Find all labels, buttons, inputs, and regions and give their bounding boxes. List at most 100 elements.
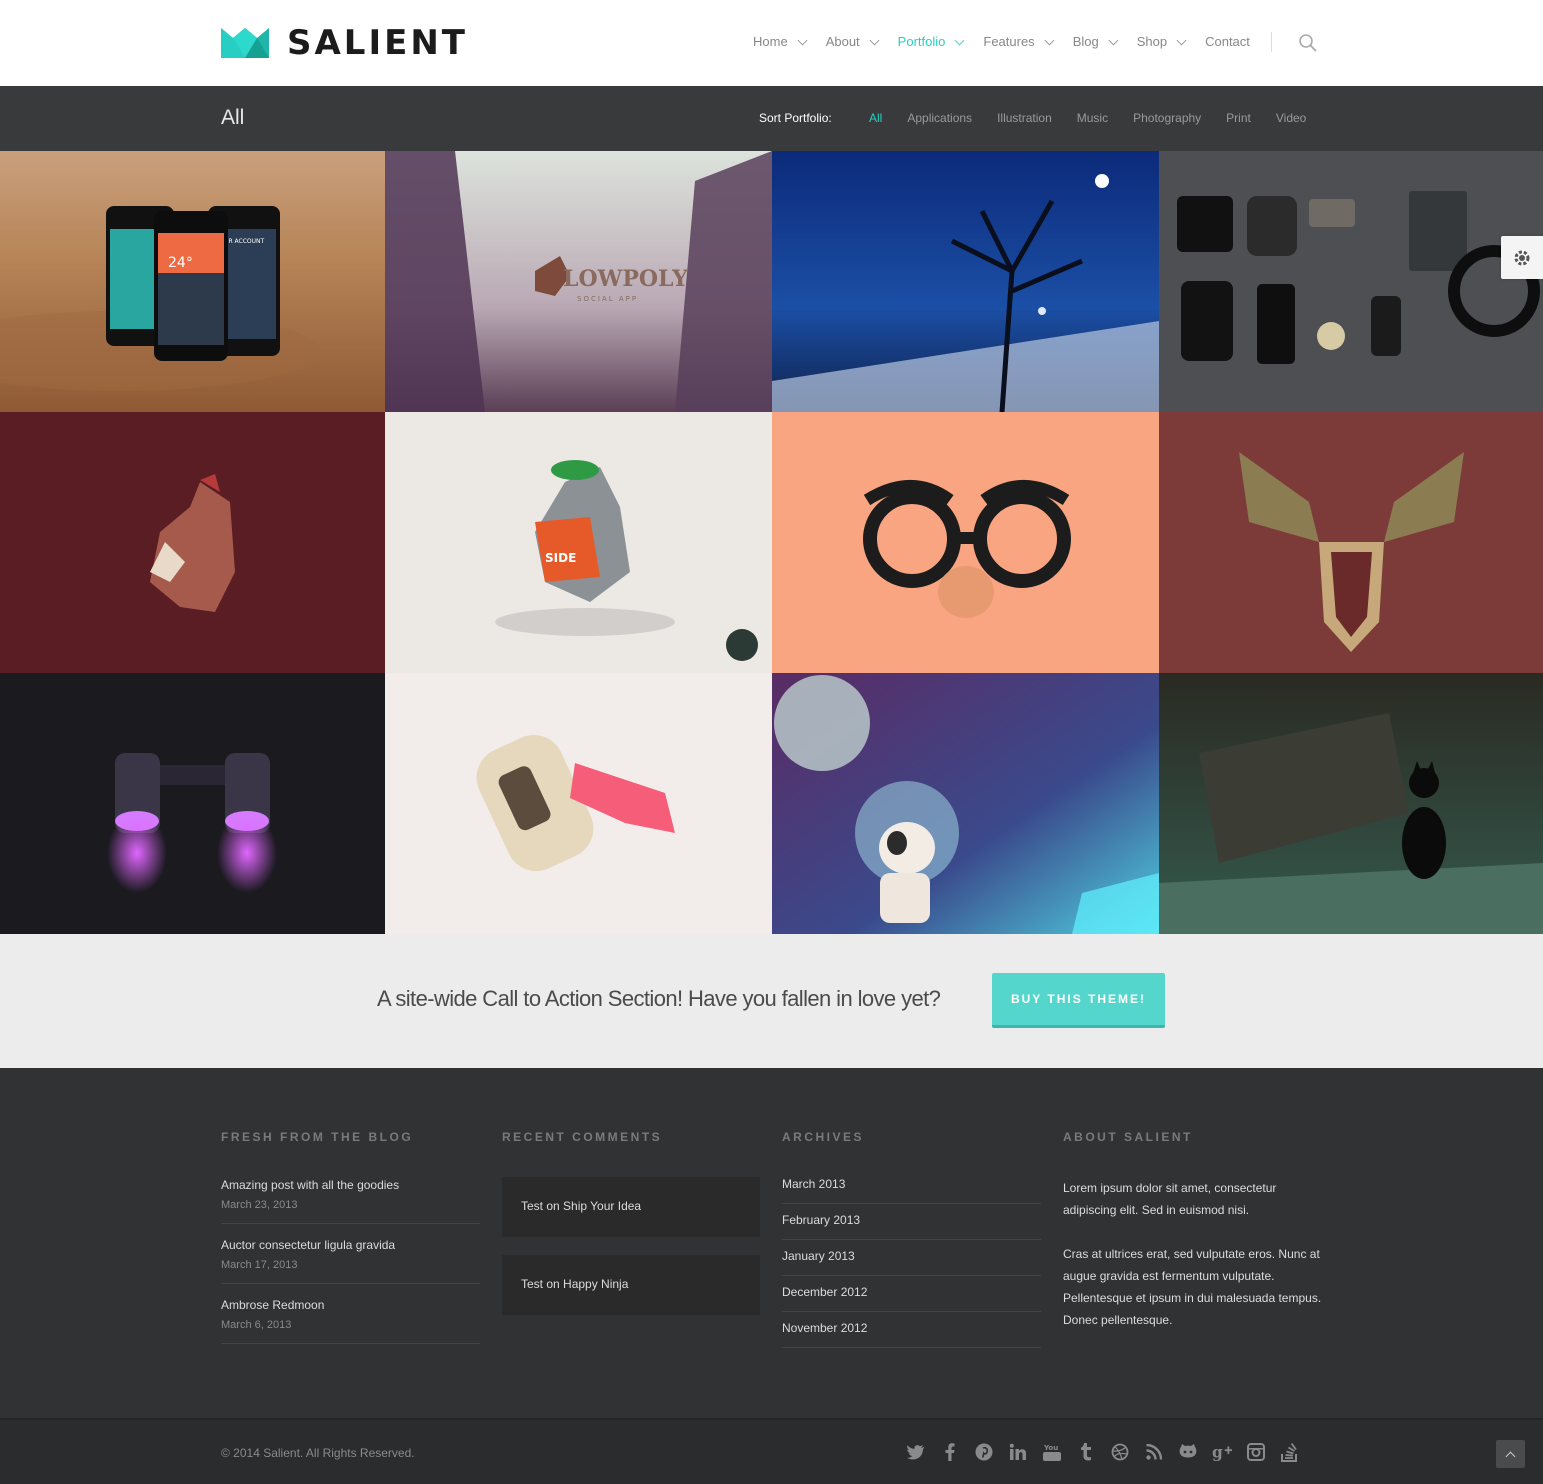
- portfolio-item-moose[interactable]: [1159, 412, 1543, 673]
- nav-about[interactable]: About: [825, 34, 880, 49]
- pigeon-text: SIDE: [545, 551, 576, 565]
- nav-home[interactable]: Home: [753, 34, 808, 49]
- recent-comment[interactable]: Test on Ship Your Idea: [502, 1177, 760, 1237]
- archive-link[interactable]: March 2013: [782, 1177, 1041, 1204]
- youtube-icon[interactable]: You: [1042, 1442, 1062, 1462]
- blog-post-date: March 6, 2013: [221, 1319, 292, 1331]
- archives-widget: ARCHIVES March 2013 February 2013 Januar…: [782, 1130, 1041, 1348]
- archive-link[interactable]: December 2012: [782, 1276, 1041, 1312]
- portfolio-item-pigeon[interactable]: SIDE: [385, 412, 772, 673]
- glasses-illustration: [772, 412, 1159, 673]
- logo-text: SALIENT: [287, 23, 468, 63]
- gear-icon[interactable]: [1501, 236, 1543, 279]
- back-to-top-button[interactable]: [1496, 1440, 1525, 1468]
- pirate-illustration: [0, 412, 385, 673]
- buy-theme-button[interactable]: BUY THIS THEME!: [992, 973, 1165, 1028]
- stackexchange-icon[interactable]: [1280, 1442, 1300, 1462]
- portfolio-title: All: [221, 106, 245, 129]
- instagram-icon[interactable]: [1246, 1442, 1266, 1462]
- blog-post-link[interactable]: Auctor consectetur ligula gravida: [221, 1237, 480, 1253]
- portfolio-item-glasses[interactable]: [772, 412, 1159, 673]
- lowpoly-sub-text: SOCIAL APP: [577, 295, 638, 303]
- nav-portfolio[interactable]: Portfolio: [897, 34, 965, 49]
- portfolio-grid: YOUR ACCOUNT 24° LOWPOLY SOCIAL APP SIDE: [0, 151, 1543, 934]
- widget-title: RECENT COMMENTS: [502, 1130, 663, 1144]
- portfolio-filter-bar: All Sort Portfolio: All Applications Ill…: [0, 86, 1543, 151]
- rss-icon[interactable]: [1144, 1442, 1164, 1462]
- chevron-down-icon: [1108, 35, 1119, 45]
- chevron-down-icon: [869, 35, 880, 45]
- facebook-icon[interactable]: [940, 1442, 960, 1462]
- portfolio-item-tree[interactable]: [772, 151, 1159, 412]
- nav-label: Blog: [1072, 34, 1099, 49]
- space-dog-illustration: [772, 673, 1159, 934]
- nav-divider: [1271, 32, 1272, 52]
- filter-applications[interactable]: Applications: [907, 111, 972, 125]
- portfolio-item-device[interactable]: [385, 673, 772, 934]
- chevron-down-icon: [1044, 35, 1055, 45]
- about-text: Cras at ultrices erat, sed vulputate ero…: [1063, 1247, 1322, 1327]
- search-icon[interactable]: [1298, 33, 1318, 53]
- dribbble-icon[interactable]: [1110, 1442, 1130, 1462]
- nav-blog[interactable]: Blog: [1072, 34, 1119, 49]
- widget-title: ARCHIVES: [782, 1130, 865, 1144]
- portfolio-item-lowpoly[interactable]: LOWPOLY SOCIAL APP: [385, 151, 772, 412]
- pigeon-illustration: SIDE: [385, 412, 772, 673]
- portfolio-item-cat[interactable]: [1159, 673, 1543, 934]
- blog-post: Auctor consectetur ligula gravida March …: [221, 1237, 480, 1284]
- filter-video[interactable]: Video: [1276, 111, 1306, 125]
- site-header: SALIENT Home About Portfolio Features Bl…: [0, 0, 1543, 86]
- linkedin-icon[interactable]: [1008, 1442, 1028, 1462]
- nav-label: About: [825, 34, 860, 49]
- tumblr-icon[interactable]: [1076, 1442, 1096, 1462]
- nav-shop[interactable]: Shop: [1137, 34, 1187, 49]
- blog-post-link[interactable]: Amazing post with all the goodies: [221, 1177, 480, 1193]
- filter-illustration[interactable]: Illustration: [997, 111, 1052, 125]
- portfolio-item-space-dog[interactable]: [772, 673, 1159, 934]
- cta-text: A site-wide Call to Action Section! Have…: [377, 986, 941, 1011]
- archive-list: March 2013 February 2013 January 2013 De…: [782, 1177, 1041, 1348]
- nav-label: Portfolio: [897, 34, 946, 49]
- archive-link[interactable]: January 2013: [782, 1240, 1041, 1276]
- portfolio-item-pirate[interactable]: [0, 412, 385, 673]
- nav-features[interactable]: Features: [983, 34, 1055, 49]
- tree-night-image: [772, 151, 1159, 412]
- filter-photography[interactable]: Photography: [1133, 111, 1201, 125]
- svg-text:g: g: [1212, 1443, 1223, 1461]
- phones-image: YOUR ACCOUNT 24°: [0, 151, 385, 412]
- blog-post-date: March 23, 2013: [221, 1199, 298, 1211]
- portfolio-item-essentials[interactable]: [1159, 151, 1543, 412]
- logo[interactable]: SALIENT: [221, 23, 468, 63]
- github-icon[interactable]: [1178, 1442, 1198, 1462]
- nav-contact[interactable]: Contact: [1205, 34, 1250, 49]
- blog-post-date: March 17, 2013: [221, 1259, 298, 1271]
- footer-widgets: FRESH FROM THE BLOG Amazing post with al…: [0, 1068, 1543, 1418]
- filter-list: All Applications Illustration Music Phot…: [869, 111, 1331, 125]
- google-plus-icon[interactable]: g: [1212, 1442, 1232, 1462]
- phone-temp-text: 24°: [168, 255, 193, 271]
- binoculars-image: [0, 673, 385, 934]
- essentials-image: [1159, 151, 1543, 412]
- filter-all[interactable]: All: [869, 111, 882, 125]
- pinterest-icon[interactable]: [974, 1442, 994, 1462]
- portfolio-item-app[interactable]: YOUR ACCOUNT 24°: [0, 151, 385, 412]
- moose-illustration: [1159, 412, 1543, 673]
- call-to-action: A site-wide Call to Action Section! Have…: [0, 934, 1543, 1068]
- about-text: Lorem ipsum dolor sit amet, consectetur …: [1063, 1181, 1277, 1217]
- filter-music[interactable]: Music: [1077, 111, 1108, 125]
- filter-print[interactable]: Print: [1226, 111, 1251, 125]
- device-illustration: [385, 673, 772, 934]
- blog-post-link[interactable]: Ambrose Redmoon: [221, 1297, 480, 1313]
- svg-text:You: You: [1043, 1444, 1058, 1452]
- blog-widget: FRESH FROM THE BLOG Amazing post with al…: [221, 1130, 480, 1357]
- chevron-down-icon: [797, 35, 808, 45]
- logo-mark-icon: [221, 28, 269, 58]
- widget-title: FRESH FROM THE BLOG: [221, 1130, 414, 1144]
- archive-link[interactable]: February 2013: [782, 1204, 1041, 1240]
- archive-link[interactable]: November 2012: [782, 1312, 1041, 1348]
- portfolio-item-binoculars[interactable]: [0, 673, 385, 934]
- recent-comment[interactable]: Test on Happy Ninja: [502, 1255, 760, 1315]
- blog-post: Ambrose Redmoon March 6, 2013: [221, 1297, 480, 1344]
- about-widget: ABOUT SALIENT Lorem ipsum dolor sit amet…: [1063, 1130, 1322, 1353]
- twitter-icon[interactable]: [906, 1442, 926, 1462]
